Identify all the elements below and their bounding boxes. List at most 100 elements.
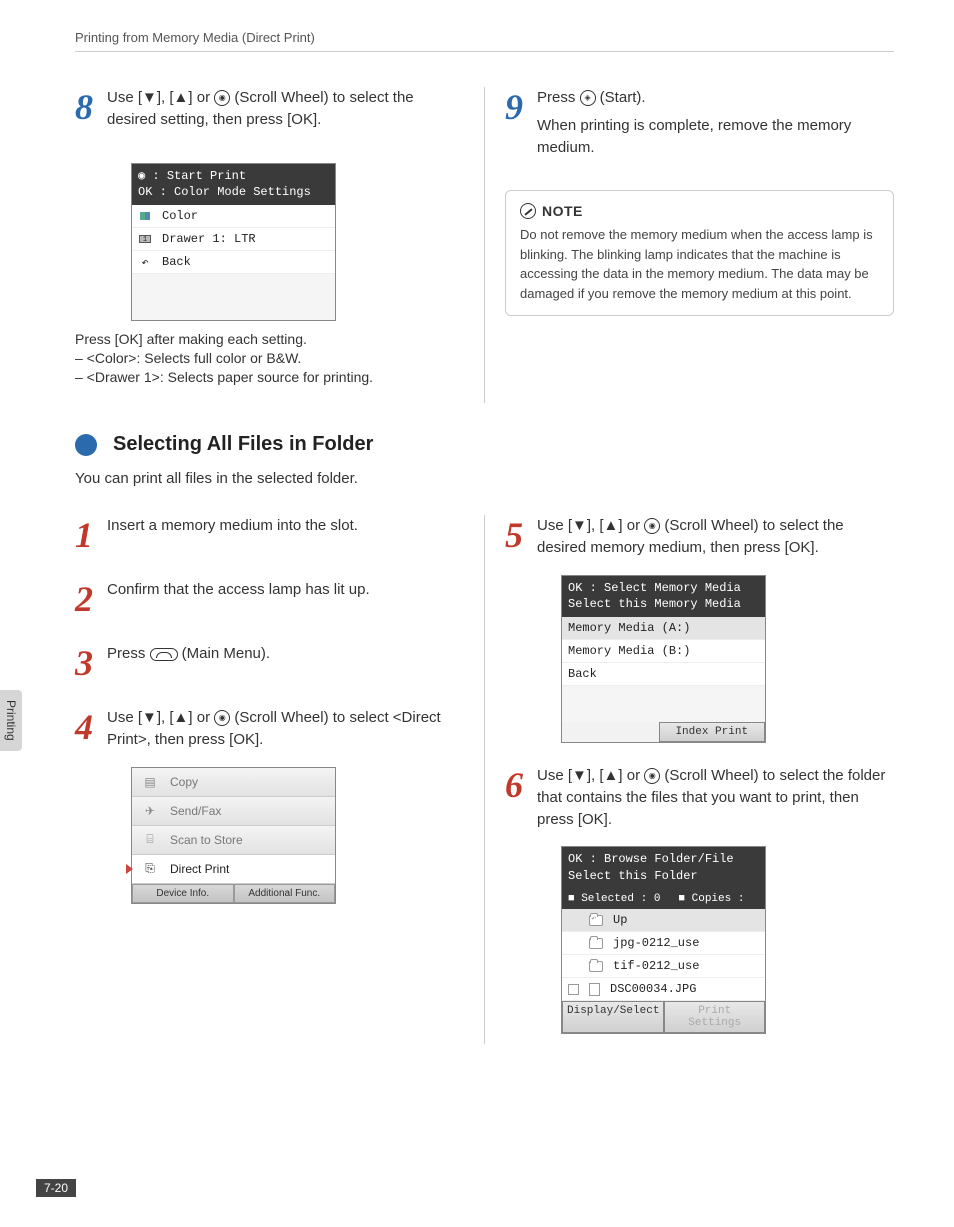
step-4: 4 Use [], [] or (Scroll Wheel) to select… bbox=[75, 707, 464, 757]
t: (Main Menu). bbox=[178, 645, 271, 662]
down-triangle-icon bbox=[572, 517, 587, 534]
t: ] or bbox=[188, 709, 214, 726]
lcd-row: Up bbox=[562, 909, 765, 932]
main-menu-icon bbox=[150, 648, 178, 661]
lcd-row-label: tif-0212_use bbox=[613, 959, 699, 973]
down-triangle-icon bbox=[142, 709, 157, 726]
folder-up-icon bbox=[589, 915, 603, 926]
t: Insert a memory medium into the slot. bbox=[107, 515, 358, 537]
step-5: 5 Use [], [] or (Scroll Wheel) to select… bbox=[505, 515, 894, 565]
step-text: Confirm that the access lamp has lit up. bbox=[107, 579, 370, 617]
lcd-row-label: Drawer 1: LTR bbox=[162, 232, 256, 246]
menu-row: ✈ Send/Fax bbox=[132, 797, 335, 826]
lcd-row-label: Up bbox=[613, 913, 627, 927]
file-icon bbox=[589, 983, 600, 996]
t: Press [OK] after making each setting. bbox=[75, 331, 464, 347]
menu-row: ▤ Copy bbox=[132, 768, 335, 797]
lcd-row-label: Back bbox=[162, 255, 191, 269]
t: ] or bbox=[618, 767, 644, 784]
menu-row: ⌸ Scan to Store bbox=[132, 826, 335, 855]
t: ] or bbox=[188, 89, 214, 106]
checkbox-icon bbox=[568, 984, 579, 995]
step-2: 2 Confirm that the access lamp has lit u… bbox=[75, 579, 464, 617]
step-number: 1 bbox=[75, 515, 93, 553]
lcd-footer-button: Display/Select bbox=[562, 1001, 664, 1033]
lcd-header-line: ◉ : Start Print bbox=[138, 168, 329, 185]
t: ], [ bbox=[587, 517, 604, 534]
lcd-row: 1 Drawer 1: LTR bbox=[132, 228, 335, 251]
menu-label: Direct Print bbox=[170, 862, 229, 876]
lcd-footer-button: Print Settings bbox=[664, 1001, 765, 1033]
lcd-row: jpg-0212_use bbox=[562, 932, 765, 955]
color-icon bbox=[138, 210, 152, 222]
t: Confirm that the access lamp has lit up. bbox=[107, 579, 370, 601]
step-number: 5 bbox=[505, 515, 523, 565]
step-text: Use [], [] or (Scroll Wheel) to select t… bbox=[537, 765, 894, 836]
lcd-row-label: Color bbox=[162, 209, 198, 223]
step-number: 2 bbox=[75, 579, 93, 617]
menu-footer-tab: Additional Func. bbox=[234, 884, 336, 903]
lcd-header-line: OK : Color Mode Settings bbox=[138, 184, 329, 201]
folder-icon bbox=[589, 938, 603, 949]
t: Use [ bbox=[537, 767, 572, 784]
section-bullet-icon bbox=[75, 434, 97, 456]
lcd-row-label: Memory Media (A:) bbox=[568, 621, 690, 635]
t: ] or bbox=[618, 517, 644, 534]
up-triangle-icon bbox=[174, 709, 189, 726]
back-icon: ↶ bbox=[138, 256, 152, 268]
up-triangle-icon bbox=[604, 517, 619, 534]
lcd-browse-folder: OK : Browse Folder/File Select this Fold… bbox=[561, 846, 766, 1034]
lcd-header-line: OK : Select Memory Media bbox=[568, 580, 759, 597]
lcd-select-media: OK : Select Memory Media Select this Mem… bbox=[561, 575, 766, 744]
up-triangle-icon bbox=[174, 89, 189, 106]
t: Use [ bbox=[107, 89, 142, 106]
step-text: Use [], [] or (Scroll Wheel) to select <… bbox=[107, 707, 464, 757]
step-text: Insert a memory medium into the slot. bbox=[107, 515, 358, 553]
step-number: 4 bbox=[75, 707, 93, 757]
lcd-row-label: jpg-0212_use bbox=[613, 936, 699, 950]
t: – <Drawer 1>: Selects paper source for p… bbox=[75, 369, 464, 385]
step-6: 6 Use [], [] or (Scroll Wheel) to select… bbox=[505, 765, 894, 836]
lcd-row-label: Back bbox=[568, 667, 597, 681]
scroll-wheel-icon bbox=[644, 768, 660, 784]
lcd-empty bbox=[132, 274, 335, 320]
t: ], [ bbox=[157, 709, 174, 726]
lcd-header-line: Select this Folder bbox=[568, 868, 759, 885]
menu-label: Scan to Store bbox=[170, 833, 243, 847]
lcd-footer-button: Index Print bbox=[659, 722, 766, 742]
scroll-wheel-icon bbox=[644, 518, 660, 534]
lcd-row: DSC00034.JPG bbox=[562, 978, 765, 1001]
t: ], [ bbox=[587, 767, 604, 784]
pencil-icon bbox=[520, 203, 536, 219]
step-number: 6 bbox=[505, 765, 523, 836]
step-1: 1 Insert a memory medium into the slot. bbox=[75, 515, 464, 553]
menu-label: Send/Fax bbox=[170, 804, 221, 818]
note-body: Do not remove the memory medium when the… bbox=[520, 225, 879, 303]
menu-row-active: ⎘ Direct Print bbox=[132, 855, 335, 884]
note-header: NOTE bbox=[520, 203, 879, 219]
page-number: 7-20 bbox=[36, 1179, 76, 1197]
t: (Start). bbox=[596, 89, 646, 106]
direct-print-icon: ⎘ bbox=[140, 861, 160, 877]
step-text: Press (Start). When printing is complete… bbox=[537, 87, 894, 164]
section-subtitle: You can print all files in the selected … bbox=[75, 470, 894, 487]
lcd-row: Memory Media (A:) bbox=[562, 617, 765, 640]
menu-label: Copy bbox=[170, 775, 198, 789]
menu-footer: Device Info. Additional Func. bbox=[132, 884, 335, 903]
lcd-status-bar: ■ Selected : 0 ■ Copies : bbox=[562, 889, 765, 909]
lcd-row-label: DSC00034.JPG bbox=[610, 982, 696, 996]
t: Use [ bbox=[107, 709, 142, 726]
section-heading: Selecting All Files in Folder bbox=[75, 433, 894, 456]
step-text: Use [], [] or (Scroll Wheel) to select t… bbox=[107, 87, 464, 137]
status-selected: ■ Selected : 0 bbox=[568, 893, 660, 905]
step-9: 9 Press (Start). When printing is comple… bbox=[505, 87, 894, 164]
t: When printing is complete, remove the me… bbox=[537, 115, 894, 159]
lcd-row: Color bbox=[132, 205, 335, 228]
step-3: 3 Press (Main Menu). bbox=[75, 643, 464, 681]
lcd-row: Back bbox=[562, 663, 765, 686]
section-title: Selecting All Files in Folder bbox=[113, 433, 373, 456]
lcd-header: OK : Select Memory Media Select this Mem… bbox=[562, 576, 765, 618]
lcd-row: Memory Media (B:) bbox=[562, 640, 765, 663]
t: Press bbox=[537, 89, 580, 106]
lcd-row-label: Memory Media (B:) bbox=[568, 644, 690, 658]
